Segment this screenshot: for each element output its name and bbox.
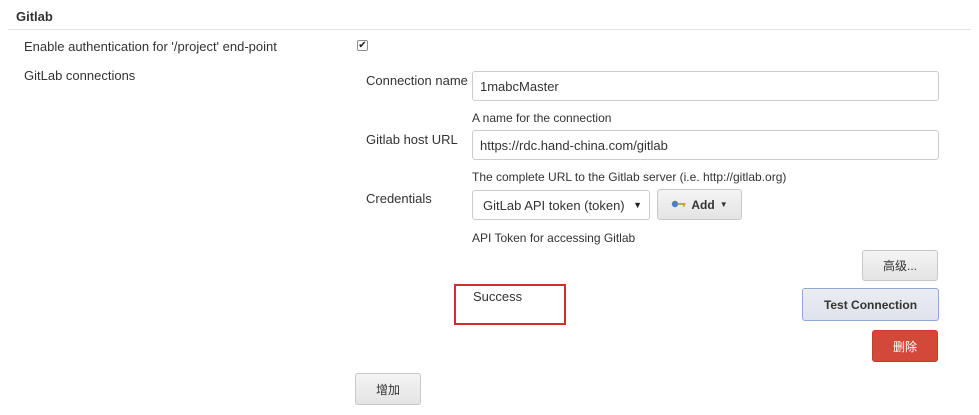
add-credentials-label: Add (691, 197, 715, 212)
section-divider (8, 29, 971, 30)
credentials-help: API Token for accessing Gitlab (472, 231, 636, 245)
test-status-text: Success (473, 289, 523, 304)
credentials-select[interactable]: GitLab API token (token) ▼ (472, 190, 650, 220)
connection-name-input[interactable] (472, 71, 939, 101)
gitlab-connections-label: GitLab connections (24, 68, 136, 83)
connection-name-help: A name for the connection (472, 111, 612, 125)
host-url-input[interactable] (472, 130, 939, 160)
section-title: Gitlab (16, 9, 53, 24)
advanced-button[interactable]: 高级... (862, 250, 938, 281)
host-url-label: Gitlab host URL (366, 132, 458, 147)
host-url-help: The complete URL to the Gitlab server (i… (472, 170, 787, 184)
add-credentials-button[interactable]: Add ▼ (657, 189, 742, 220)
add-connection-button[interactable]: 增加 (355, 373, 421, 405)
auth-label: Enable authentication for '/project' end… (24, 39, 277, 54)
credentials-selected: GitLab API token (token) (483, 197, 625, 213)
connection-name-label: Connection name (366, 73, 468, 88)
credentials-label: Credentials (366, 191, 432, 206)
auth-checkbox[interactable]: ✔ (357, 40, 368, 51)
key-icon (671, 198, 687, 212)
caret-down-icon: ▼ (633, 200, 642, 210)
test-connection-button[interactable]: Test Connection (802, 288, 939, 321)
add-dropdown-icon: ▼ (719, 200, 728, 209)
check-icon: ✔ (358, 39, 367, 51)
delete-button[interactable]: 删除 (872, 330, 938, 362)
